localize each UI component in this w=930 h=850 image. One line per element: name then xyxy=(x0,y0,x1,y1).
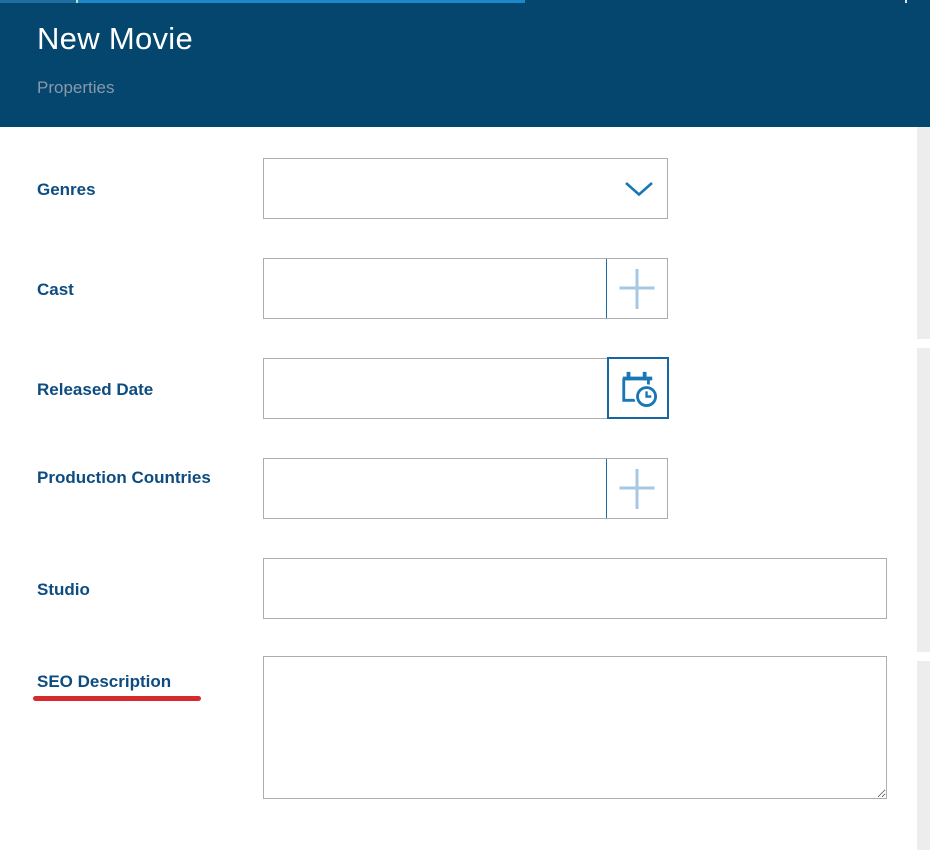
calendar-clock-icon xyxy=(619,369,657,407)
plus-icon xyxy=(618,267,656,311)
genres-dropdown[interactable] xyxy=(263,158,668,219)
seo-description-textarea[interactable] xyxy=(263,656,887,799)
cast-input[interactable] xyxy=(264,259,607,318)
plus-icon xyxy=(618,467,656,511)
field-label-studio: Studio xyxy=(37,578,215,601)
tab-strip-divider xyxy=(905,0,907,3)
cast-picker xyxy=(263,258,668,319)
studio-input[interactable] xyxy=(264,559,886,618)
tab-strip-segment xyxy=(0,0,76,3)
scrollbar-thumb[interactable] xyxy=(917,348,930,652)
page-subtitle: Properties xyxy=(37,78,114,98)
dialog-header: New Movie Properties xyxy=(0,0,930,127)
field-label-cast: Cast xyxy=(37,278,215,301)
scrollbar-segment[interactable] xyxy=(917,661,930,850)
field-label-seo-description: SEO Description xyxy=(37,670,215,693)
scrollbar-segment[interactable] xyxy=(917,127,930,339)
production-countries-input[interactable] xyxy=(264,459,607,518)
field-label-released-date: Released Date xyxy=(37,378,215,401)
production-countries-picker xyxy=(263,458,668,519)
date-picker-button[interactable] xyxy=(607,357,669,419)
field-label-production-countries: Production Countries xyxy=(37,466,215,489)
studio-field xyxy=(263,558,887,619)
add-production-country-button[interactable] xyxy=(607,459,667,518)
field-label-genres: Genres xyxy=(37,178,215,201)
chevron-down-icon xyxy=(624,181,654,197)
scrollbar[interactable] xyxy=(917,127,930,850)
page-title: New Movie xyxy=(37,21,193,57)
released-date-input[interactable] xyxy=(264,359,607,418)
browser-tab-strip xyxy=(0,0,930,3)
red-underline-annotation xyxy=(33,696,201,701)
add-cast-button[interactable] xyxy=(607,259,667,318)
tab-strip-active-segment xyxy=(78,0,525,3)
